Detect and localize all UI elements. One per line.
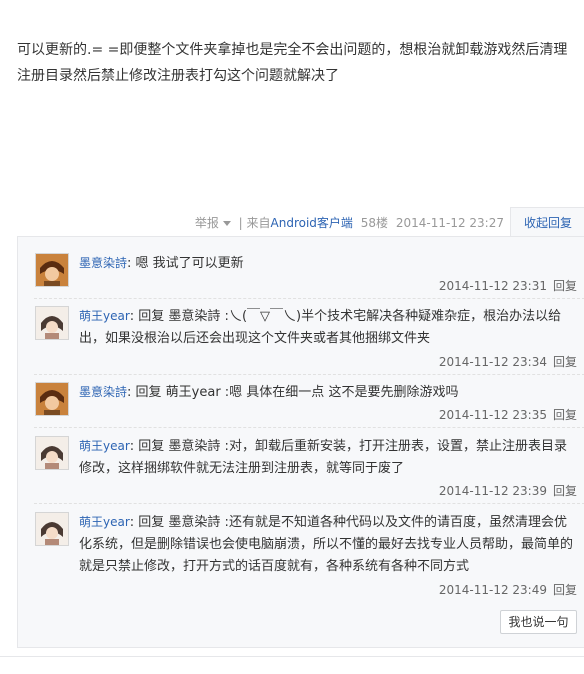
post-content: 可以更新的.= =即便整个文件夹拿掉也是完全不会出问题的，想根治就卸载游戏然后清…	[17, 42, 568, 84]
reply-text: 回复 萌王year :嗯 具体在细一点 这不是要先删除游戏吗	[135, 385, 459, 400]
reply-time: 2014-11-12 23:49	[438, 583, 547, 597]
divider	[0, 656, 584, 657]
report-link[interactable]: 举报	[195, 216, 219, 230]
say-something-button[interactable]: 我也说一句	[500, 610, 577, 634]
reply-username[interactable]: 萌王year	[79, 439, 130, 453]
avatar[interactable]	[35, 436, 69, 470]
reply-text: 嗯 我试了可以更新	[135, 256, 244, 271]
dropdown-arrow-icon[interactable]	[222, 221, 231, 226]
reply-username[interactable]: 萌王year	[79, 309, 130, 323]
reply-button[interactable]: 回复	[553, 484, 577, 498]
reply-text: 回复 墨意染詩 :乀(￣▽￣乀)半个技术宅解决各种疑难杂症，根治办法以给出，如果…	[79, 309, 562, 346]
avatar[interactable]	[35, 306, 69, 340]
reply-username[interactable]: 墨意染詩	[79, 385, 127, 399]
reply-button[interactable]: 回复	[553, 583, 577, 597]
reply-username[interactable]: 萌王year	[79, 515, 130, 529]
reply-text: 回复 墨意染詩 :对，卸载后重新安装，打开注册表，设置，禁止注册表目录修改，这样…	[79, 439, 567, 476]
divider	[34, 427, 584, 428]
reply-username[interactable]: 墨意染詩	[79, 256, 127, 270]
reply-list: 墨意染詩: 嗯 我试了可以更新 2014-11-12 23:31 回复 萌王yea…	[17, 236, 584, 648]
collapse-replies-button[interactable]: 收起回复	[510, 207, 584, 238]
reply-button[interactable]: 回复	[553, 408, 577, 422]
post-time: 2014-11-12 23:27	[395, 216, 504, 230]
reply-button[interactable]: 回复	[553, 279, 577, 293]
reply-time: 2014-11-12 23:34	[438, 355, 547, 369]
source-prefix: | 来自	[238, 216, 271, 230]
reply-time: 2014-11-12 23:31	[438, 279, 547, 293]
avatar[interactable]	[35, 512, 69, 546]
avatar[interactable]	[35, 382, 69, 416]
reply-time: 2014-11-12 23:39	[438, 484, 547, 498]
floor-number: 58楼	[360, 216, 389, 230]
reply-time: 2014-11-12 23:35	[438, 408, 547, 422]
source-link[interactable]: Android客户端	[271, 216, 353, 230]
divider	[34, 298, 584, 299]
reply-text: 回复 墨意染詩 :还有就是不知道各种代码以及文件的请百度，虽然清理会优化系统，但…	[79, 515, 574, 574]
reply-button[interactable]: 回复	[553, 355, 577, 369]
divider	[34, 374, 584, 375]
avatar[interactable]	[35, 253, 69, 287]
divider	[34, 503, 584, 504]
post-footer: 举报 | 来自Android客户端 58楼 2014-11-12 23:27	[191, 214, 504, 231]
